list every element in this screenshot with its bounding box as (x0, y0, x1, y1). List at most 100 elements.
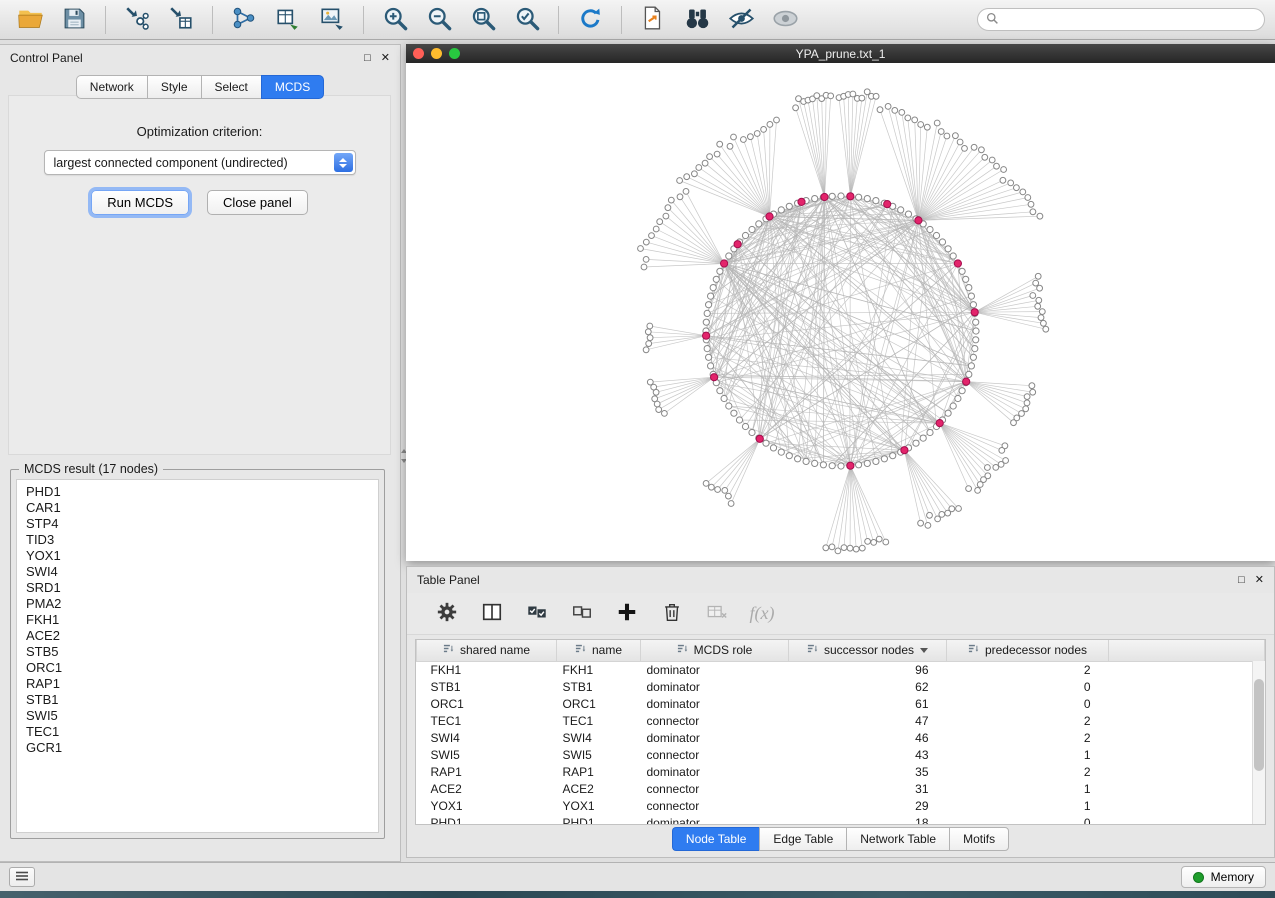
close-table-panel-button[interactable]: ✕ (1255, 575, 1264, 586)
mcds-result-item[interactable]: STP4 (26, 516, 369, 532)
table-cell[interactable]: dominator (641, 678, 789, 695)
table-cell[interactable]: SWI4 (557, 729, 641, 746)
tab-node-table[interactable]: Node Table (672, 827, 760, 851)
mcds-result-item[interactable]: TID3 (26, 532, 369, 548)
search-field[interactable] (977, 8, 1265, 31)
table-cell[interactable]: PHD1 (557, 814, 641, 825)
window-minimize-button[interactable] (431, 48, 442, 59)
table-cell[interactable]: SWI5 (557, 746, 641, 763)
zoom-selected-button[interactable] (507, 3, 547, 37)
table-cell[interactable]: 43 (789, 746, 947, 763)
table-scrollbar-thumb[interactable] (1254, 679, 1264, 771)
refresh-layout-button[interactable] (570, 3, 610, 37)
table-scrollbar[interactable] (1252, 661, 1265, 824)
column-header-mcds-role[interactable]: MCDS role (641, 640, 789, 661)
table-cell[interactable]: 1 (947, 746, 1109, 763)
float-panel-button[interactable]: □ (364, 53, 371, 64)
table-cell[interactable]: 18 (789, 814, 947, 825)
table-cell[interactable]: ACE2 (417, 780, 557, 797)
table-cell[interactable]: 2 (947, 661, 1109, 678)
create-column-button[interactable] (613, 600, 641, 628)
tab-motifs[interactable]: Motifs (949, 827, 1009, 851)
table-cell[interactable]: STB1 (417, 678, 557, 695)
column-header-name[interactable]: name (557, 640, 641, 661)
table-cell[interactable]: PHD1 (417, 814, 557, 825)
table-cell[interactable]: dominator (641, 763, 789, 780)
mcds-result-item[interactable]: STB5 (26, 644, 369, 660)
function-builder-button[interactable]: f(x) (748, 600, 776, 628)
mcds-result-item[interactable]: SWI5 (26, 708, 369, 724)
tab-network[interactable]: Network (76, 75, 147, 99)
table-cell[interactable]: 0 (947, 695, 1109, 712)
table-cell[interactable]: dominator (641, 695, 789, 712)
export-network-button[interactable] (224, 3, 264, 37)
table-cell[interactable]: 1 (947, 797, 1109, 814)
tab-mcds[interactable]: MCDS (261, 75, 324, 99)
export-table-button[interactable] (268, 3, 308, 37)
vizmapper-toggle-button[interactable] (721, 3, 761, 37)
table-cell[interactable]: 46 (789, 729, 947, 746)
column-header-shared-name[interactable]: shared name (417, 640, 557, 661)
run-mcds-button[interactable]: Run MCDS (91, 190, 189, 215)
optimization-criterion-select[interactable]: largest connected component (undirected) (44, 150, 356, 175)
table-cell[interactable]: dominator (641, 814, 789, 825)
import-table-button[interactable] (161, 3, 201, 37)
table-cell[interactable]: SWI4 (417, 729, 557, 746)
zoom-in-button[interactable] (375, 3, 415, 37)
close-panel-button[interactable]: ✕ (381, 53, 390, 64)
tab-edge-table[interactable]: Edge Table (759, 827, 846, 851)
table-cell[interactable]: connector (641, 746, 789, 763)
mcds-result-item[interactable]: SWI4 (26, 564, 369, 580)
table-cell[interactable]: ACE2 (557, 780, 641, 797)
table-row[interactable]: RAP1RAP1dominator352 (417, 763, 1265, 780)
save-session-button[interactable] (54, 3, 94, 37)
table-cell[interactable]: 62 (789, 678, 947, 695)
table-cell[interactable]: 2 (947, 729, 1109, 746)
delete-table-button[interactable] (703, 600, 731, 628)
table-row[interactable]: ORC1ORC1dominator610 (417, 695, 1265, 712)
column-header-predecessor-nodes[interactable]: predecessor nodes (947, 640, 1109, 661)
mcds-result-item[interactable]: TEC1 (26, 724, 369, 740)
table-row[interactable]: SWI4SWI4dominator462 (417, 729, 1265, 746)
mcds-result-item[interactable]: CAR1 (26, 500, 369, 516)
mcds-result-item[interactable]: SRD1 (26, 580, 369, 596)
table-row[interactable]: FKH1FKH1dominator962 (417, 661, 1265, 678)
mcds-result-item[interactable]: STB1 (26, 692, 369, 708)
mcds-result-item[interactable]: ACE2 (26, 628, 369, 644)
mcds-result-item[interactable]: FKH1 (26, 612, 369, 628)
table-cell[interactable]: STB1 (557, 678, 641, 695)
tab-select[interactable]: Select (201, 75, 261, 99)
table-cell[interactable]: FKH1 (417, 661, 557, 678)
table-settings-button[interactable] (433, 600, 461, 628)
mcds-result-item[interactable]: PMA2 (26, 596, 369, 612)
close-panel-button-mcds[interactable]: Close panel (207, 190, 308, 215)
table-cell[interactable]: ORC1 (417, 695, 557, 712)
table-cell[interactable]: RAP1 (557, 763, 641, 780)
network-canvas[interactable] (406, 63, 1275, 561)
share-document-button[interactable] (633, 3, 673, 37)
open-file-button[interactable] (10, 3, 50, 37)
search-input[interactable] (1005, 13, 1256, 27)
table-cell[interactable]: connector (641, 780, 789, 797)
table-cell[interactable]: FKH1 (557, 661, 641, 678)
table-cell[interactable]: 0 (947, 814, 1109, 825)
mcds-result-item[interactable]: ORC1 (26, 660, 369, 676)
table-row[interactable]: STB1STB1dominator620 (417, 678, 1265, 695)
export-image-button[interactable] (312, 3, 352, 37)
delete-column-button[interactable] (658, 600, 686, 628)
status-menu-button[interactable] (9, 867, 35, 887)
mcds-result-list[interactable]: PHD1CAR1STP4TID3YOX1SWI4SRD1PMA2FKH1ACE2… (16, 479, 379, 833)
table-cell[interactable]: 2 (947, 712, 1109, 729)
table-cell[interactable]: connector (641, 797, 789, 814)
table-cell[interactable]: RAP1 (417, 763, 557, 780)
table-cell[interactable]: TEC1 (557, 712, 641, 729)
table-cell[interactable]: 47 (789, 712, 947, 729)
window-zoom-button[interactable] (449, 48, 460, 59)
table-cell[interactable]: 0 (947, 678, 1109, 695)
table-cell[interactable]: 2 (947, 763, 1109, 780)
zoom-fit-button[interactable] (463, 3, 503, 37)
mcds-result-item[interactable]: GCR1 (26, 740, 369, 756)
window-close-button[interactable] (413, 48, 424, 59)
column-header-successor-nodes[interactable]: successor nodes (789, 640, 947, 661)
import-network-button[interactable] (117, 3, 157, 37)
